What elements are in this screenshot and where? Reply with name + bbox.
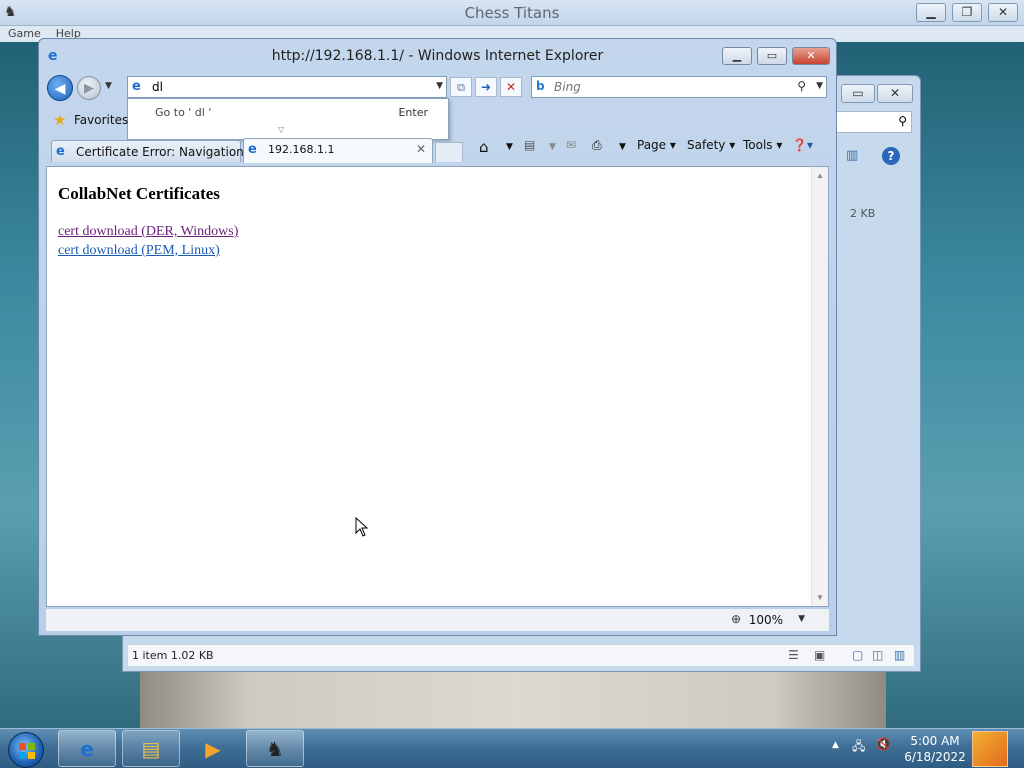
layout-pane-icon-3[interactable]: ▥ [894,648,905,662]
address-autocomplete: Go to ' dl ' Enter ▽ [127,98,449,140]
new-tab-button[interactable] [435,142,463,162]
volume-muted-icon[interactable]: 🔇 [876,737,891,751]
explorer-close-button[interactable]: ✕ [877,84,913,103]
clock-time: 5:00 AM [910,734,960,748]
taskbar-ie-button[interactable]: e [58,730,116,767]
back-button[interactable]: ◀ [47,75,73,101]
user-tile-icon[interactable] [972,731,1008,767]
star-icon: ★ [53,111,67,129]
autocomplete-goto-item[interactable]: Go to ' dl ' [155,106,211,119]
scroll-up-icon[interactable]: ▲ [816,171,824,180]
ie-minimize-button[interactable]: ▁ [722,47,752,65]
stop-icon: ✕ [505,80,517,94]
autocomplete-enter-hint: Enter [398,106,428,119]
clock[interactable]: 5:00 AM 6/18/2022 [902,733,968,765]
safety-menu[interactable]: Safety ▾ [687,138,735,152]
compatibility-view-button[interactable]: ⧉ [450,77,472,97]
details-view-icon[interactable]: ☰ [788,648,799,662]
large-icons-view-icon[interactable]: ▣ [814,648,825,662]
home-dropdown-icon[interactable]: ▼ [506,142,513,152]
explorer-status-text: 1 item 1.02 KB [132,649,214,662]
go-arrow-icon: ➜ [480,80,492,94]
cert-der-link[interactable]: cert download (DER, Windows) [58,224,238,240]
ie-maximize-button[interactable]: ▭ [757,47,787,65]
help-menu-icon[interactable]: ❓▾ [792,138,813,152]
search-dropdown-icon[interactable]: ▼ [816,81,823,91]
tab-page-icon: e [56,144,65,159]
ie-window-title: http://192.168.1.1/ - Windows Internet E… [271,48,604,64]
bing-icon: b [536,79,545,93]
search-input[interactable] [554,79,784,95]
layout-pane-icon-1[interactable]: ▢ [852,648,863,662]
expand-more-icon[interactable]: ▽ [278,125,284,134]
clock-date: 6/18/2022 [904,750,966,764]
mail-icon[interactable]: ✉ [566,138,576,152]
preview-pane-icon[interactable]: ▥ [846,148,858,163]
chess-titlebar: ♞ Chess Titans ▁ ❐ ✕ [0,0,1024,26]
start-button[interactable] [8,732,44,768]
taskbar: e ▤ ▶ ♞ ▲ 🖧 🔇 5:00 AM 6/18/2022 [0,728,1024,768]
page-icon: e [132,79,141,94]
favorites-label: Favorites [74,113,129,127]
media-player-icon: ▶ [205,737,221,761]
page-menu[interactable]: Page ▾ [637,138,676,152]
taskbar-explorer-button[interactable]: ▤ [122,730,180,767]
ie-close-button[interactable]: ✕ [792,47,830,65]
show-hidden-icons[interactable]: ▲ [832,740,839,750]
feeds-icon[interactable]: ▤ [524,138,535,152]
page-content: CollabNet Certificates cert download (DE… [46,166,829,607]
tab-page-icon: e [248,142,257,157]
taskbar-chess-button[interactable]: ♞ [246,730,304,767]
tab-label: Certificate Error: Navigation ... [76,145,260,159]
print-dropdown-icon[interactable]: ▼ [619,142,626,152]
address-input[interactable] [152,79,432,95]
favorites-button[interactable]: ★ Favorites [47,106,129,132]
zoom-icon: ⊕ [730,612,741,626]
search-icon[interactable]: ⚲ [797,79,806,93]
zoom-level[interactable]: 100% [749,613,783,627]
chess-minimize-button[interactable]: ▁ [916,3,946,22]
explorer-search-input[interactable]: ⚲ [836,111,912,133]
network-icon[interactable]: 🖧 [852,737,865,758]
tools-menu[interactable]: Tools ▾ [743,138,782,152]
explorer-search-icon: ⚲ [898,114,907,128]
taskbar-media-player-button[interactable]: ▶ [184,730,242,767]
explorer-status-bar: 1 item 1.02 KB ☰ ▣ ▢ ◫ ▥ [128,644,914,666]
windows-logo-icon [19,743,35,759]
chess-close-button[interactable]: ✕ [988,3,1018,22]
folder-icon: ▤ [141,737,161,761]
recent-pages-dropdown-icon[interactable]: ▼ [105,81,112,91]
feeds-dropdown-icon[interactable]: ▼ [549,142,556,152]
chess-icon: ♞ [266,737,284,761]
ie-icon: e [80,737,94,761]
address-bar[interactable]: e ▼ [127,76,447,98]
tab-certificate-error[interactable]: e Certificate Error: Navigation ... [51,140,259,162]
tab-current[interactable]: e 192.168.1.1 ✕ [243,138,433,163]
ie-window: e http://192.168.1.1/ - Windows Internet… [38,38,837,636]
chess-maximize-button[interactable]: ❐ [952,3,982,22]
home-icon[interactable]: ⌂ [479,138,489,156]
go-button[interactable]: ➜ [475,77,497,97]
explorer-maximize-button[interactable]: ▭ [841,84,875,103]
file-size-label: 2 KB [850,207,876,220]
tab-label: 192.168.1.1 [268,143,335,156]
page-title: CollabNet Certificates [58,184,220,203]
help-icon[interactable]: ? [882,147,900,165]
address-dropdown-icon[interactable]: ▼ [436,81,443,91]
vertical-scrollbar[interactable]: ▲ ▼ [811,167,828,606]
ie-status-bar: ⊕ 100% ▼ [46,609,829,631]
compatibility-icon: ⧉ [457,81,465,94]
mouse-cursor-icon [355,517,369,537]
chess-board-edge [140,672,886,728]
close-tab-icon[interactable]: ✕ [416,142,426,156]
chess-window-title: Chess Titans [464,4,560,22]
stop-button[interactable]: ✕ [500,77,522,97]
scroll-down-icon[interactable]: ▼ [816,593,824,602]
forward-button[interactable]: ▶ [77,76,101,100]
print-icon[interactable]: ⎙ [592,138,602,153]
zoom-dropdown-icon[interactable]: ▼ [798,614,805,624]
search-box[interactable]: b ⚲ ▼ [531,76,827,98]
layout-pane-icon-2[interactable]: ◫ [872,648,883,662]
cert-pem-link[interactable]: cert download (PEM, Linux) [58,243,220,259]
